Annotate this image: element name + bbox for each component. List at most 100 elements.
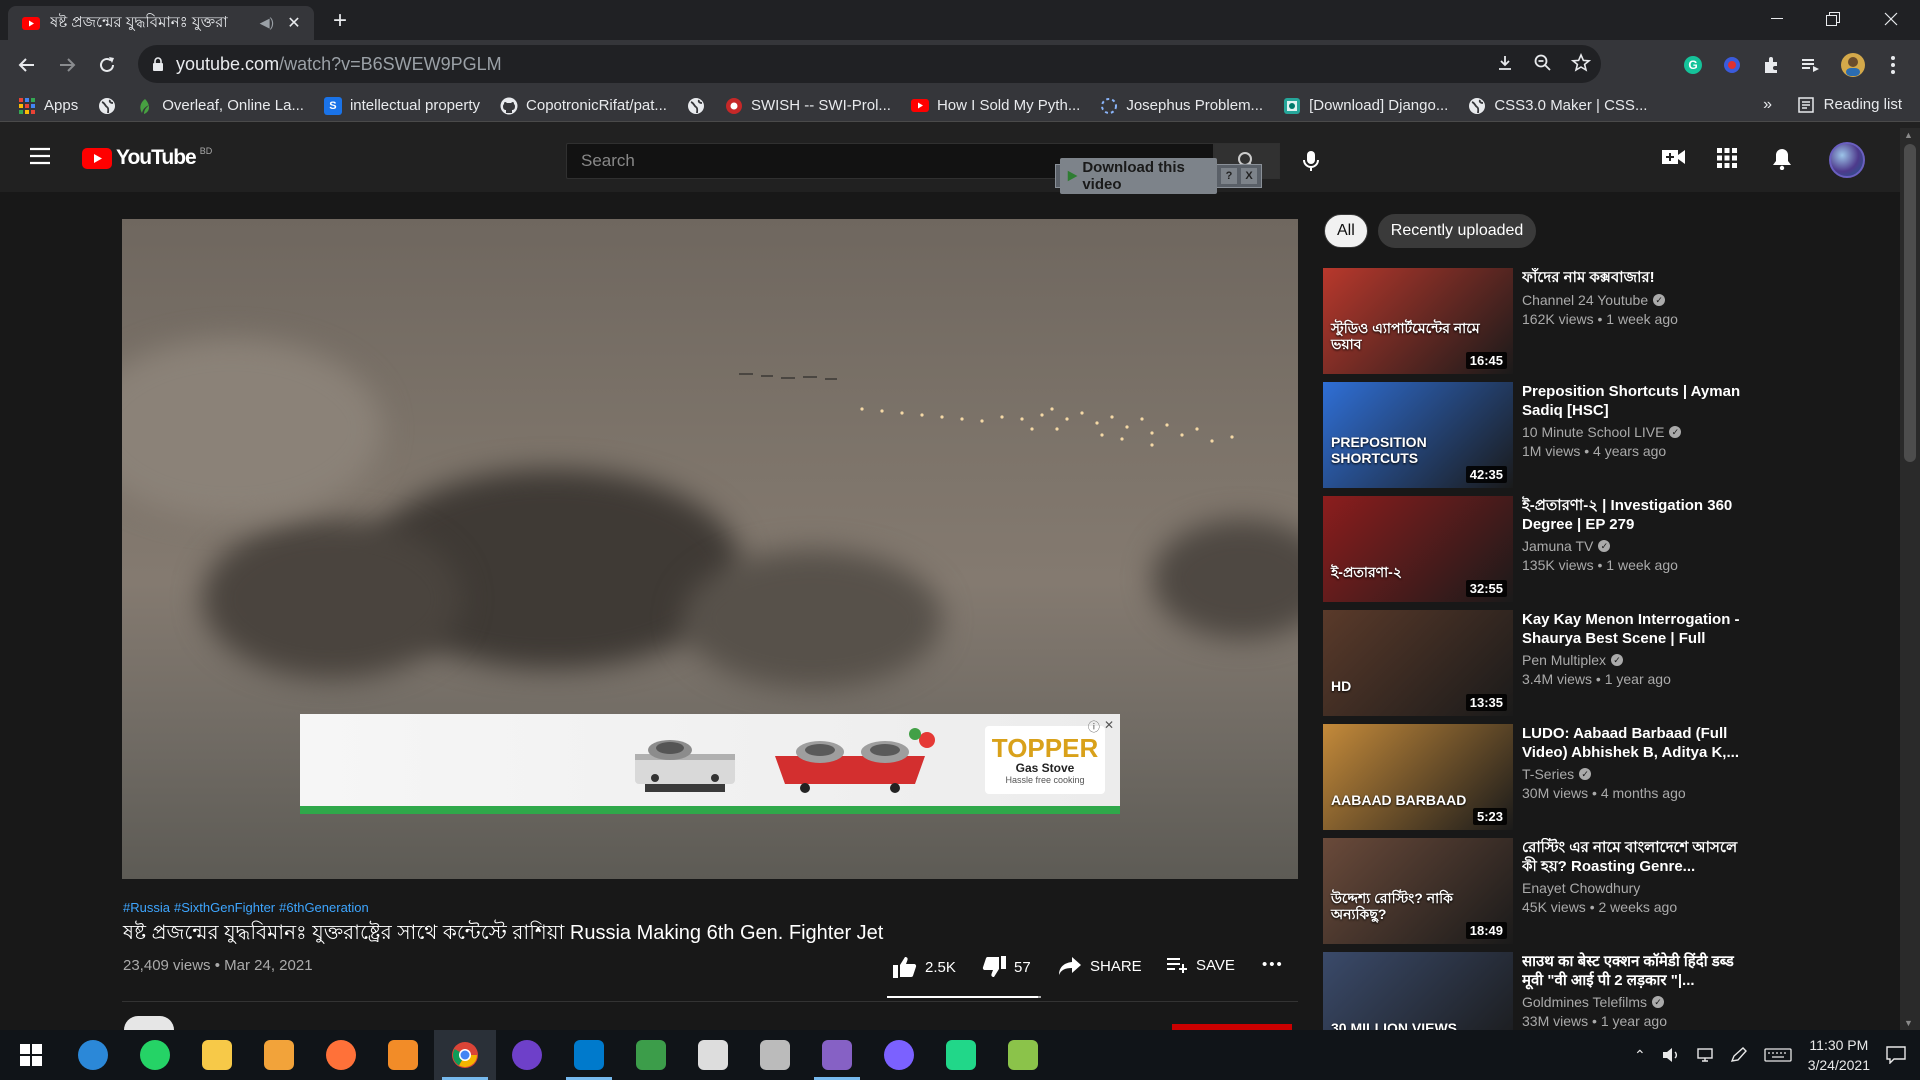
close-window-button[interactable]: [1868, 4, 1914, 34]
channel-avatar[interactable]: [124, 1016, 174, 1030]
recommendation-channel[interactable]: Goldmines Telefilms ✓: [1522, 994, 1665, 1010]
download-page-icon[interactable]: [1495, 53, 1515, 73]
reload-button[interactable]: [92, 50, 122, 80]
notifications-button[interactable]: [1772, 148, 1792, 170]
recommendation-channel[interactable]: 10 Minute School LIVE ✓: [1522, 424, 1682, 440]
browser-menu-icon[interactable]: [1880, 52, 1906, 78]
bookmark-intellectual-property[interactable]: S intellectual property: [323, 96, 480, 115]
recommendation-channel[interactable]: Channel 24 Youtube ✓: [1522, 292, 1666, 308]
taskbar-app[interactable]: [558, 1030, 620, 1080]
bookmark-star-icon[interactable]: [1571, 53, 1591, 73]
grammarly-extension-icon[interactable]: G: [1680, 52, 1706, 78]
download-close-button[interactable]: X: [1241, 168, 1257, 184]
pen-icon[interactable]: [1730, 1047, 1748, 1063]
taskbar-app[interactable]: [62, 1030, 124, 1080]
minimize-button[interactable]: [1754, 4, 1800, 34]
voice-search-button[interactable]: [1303, 150, 1319, 172]
keyboard-icon[interactable]: [1764, 1047, 1792, 1063]
page-scrollbar[interactable]: ▲ ▼: [1900, 128, 1920, 1030]
recommendation-card[interactable]: PREPOSITION SHORTCUTS 42:35 Preposition Sh…: [1323, 382, 1863, 488]
recommendation-card[interactable]: AABAAD BARBAAD 5:23 LUDO: Aabaad Barbaad (…: [1323, 724, 1863, 830]
recommendation-card[interactable]: স্টুডিও এ্যাপার্টমেন্টের নামে ভয়াব 16:45…: [1323, 268, 1863, 374]
taskbar-app[interactable]: [434, 1030, 496, 1080]
bookmark-css3-maker[interactable]: CSS3.0 Maker | CSS...: [1468, 97, 1647, 115]
taskbar-app[interactable]: [744, 1030, 806, 1080]
bookmark-youtube[interactable]: How I Sold My Pyth...: [910, 97, 1080, 114]
chip-all[interactable]: All: [1324, 214, 1368, 248]
extensions-puzzle-icon[interactable]: [1758, 52, 1784, 78]
recommendation-title[interactable]: LUDO: Aabaad Barbaad (Full Video) Abhish…: [1522, 724, 1752, 762]
bookmarks-overflow-button[interactable]: »: [1763, 96, 1772, 114]
restore-button[interactable]: [1810, 4, 1856, 34]
speaker-muted-icon[interactable]: ◀): [260, 15, 274, 31]
recommendation-title[interactable]: ফাঁদের নাম কক্সবাজার!: [1522, 268, 1752, 287]
reading-list-button[interactable]: Reading list: [1797, 96, 1902, 113]
apps-button[interactable]: [1717, 148, 1737, 168]
recommendation-thumbnail[interactable]: HD 13:35: [1323, 610, 1513, 716]
youtube-logo[interactable]: YouTube BD: [82, 146, 212, 170]
taskbar-clock[interactable]: 11:30 PM 3/24/2021: [1808, 1035, 1870, 1075]
ad-close-icon[interactable]: ✕: [1104, 718, 1114, 735]
bookmark-github[interactable]: CopotronicRifat/pat...: [500, 97, 667, 115]
network-icon[interactable]: [1696, 1047, 1714, 1063]
account-avatar[interactable]: [1829, 142, 1865, 178]
recommendation-card[interactable]: HD 13:35 Kay Kay Menon Interrogation - Sha…: [1323, 610, 1863, 716]
taskbar-app[interactable]: [372, 1030, 434, 1080]
back-button[interactable]: [12, 50, 42, 80]
volume-icon[interactable]: [1662, 1047, 1680, 1063]
bookmark-swish[interactable]: SWISH -- SWI-Prol...: [725, 97, 891, 115]
recommendation-title[interactable]: রোস্টিং এর নামে বাংলাদেশে আসলে কী হয়? R…: [1522, 838, 1752, 876]
guide-menu-button[interactable]: [28, 146, 52, 166]
recommendation-thumbnail[interactable]: স্টুডিও এ্যাপার্টমেন্টের নামে ভয়াব 16:45: [1323, 268, 1513, 374]
scrollbar-thumb[interactable]: [1904, 144, 1916, 462]
like-button[interactable]: 2.5K: [893, 956, 956, 978]
tab-close-icon[interactable]: ✕: [284, 13, 304, 33]
forward-button[interactable]: [52, 50, 82, 80]
taskbar-app[interactable]: [310, 1030, 372, 1080]
recommendation-channel[interactable]: Enayet Chowdhury: [1522, 880, 1640, 896]
action-center-icon[interactable]: [1886, 1046, 1906, 1064]
zoom-icon[interactable]: [1533, 53, 1553, 73]
scroll-up-arrow-icon[interactable]: ▲: [1904, 130, 1913, 140]
create-video-button[interactable]: [1662, 148, 1686, 166]
download-help-button[interactable]: ?: [1221, 168, 1237, 184]
more-actions-button[interactable]: •••: [1262, 956, 1284, 973]
recommendation-thumbnail[interactable]: ই-প্রতারণা-২ 32:55: [1323, 496, 1513, 602]
bookmark-globe-2[interactable]: [687, 97, 705, 115]
recommendation-channel[interactable]: Pen Multiplex ✓: [1522, 652, 1624, 668]
download-this-video-button[interactable]: Download this video: [1060, 158, 1217, 194]
ad-info-icon[interactable]: ⓘ: [1088, 718, 1100, 735]
tray-overflow-icon[interactable]: ⌃: [1634, 1047, 1646, 1064]
new-tab-button[interactable]: +: [326, 8, 354, 36]
hashtag-link[interactable]: #Russia: [123, 900, 170, 915]
bookmark-django[interactable]: [Download] Django...: [1283, 97, 1448, 115]
recommendation-thumbnail[interactable]: উদ্দেশ্য রোস্টিং? নাকি অন্যকিছু? 18:49: [1323, 838, 1513, 944]
scroll-down-arrow-icon[interactable]: ▼: [1904, 1018, 1913, 1028]
taskbar-app[interactable]: [186, 1030, 248, 1080]
recommendation-channel[interactable]: Jamuna TV ✓: [1522, 538, 1611, 554]
extension-badge-icon[interactable]: [1719, 52, 1745, 78]
taskbar-app[interactable]: [496, 1030, 558, 1080]
save-button[interactable]: SAVE: [1166, 956, 1235, 974]
taskbar-app[interactable]: [248, 1030, 310, 1080]
taskbar-app[interactable]: [930, 1030, 992, 1080]
recommendation-title[interactable]: Preposition Shortcuts | Ayman Sadiq [HSC…: [1522, 382, 1752, 420]
recommendation-title[interactable]: साउथ का बेस्ट एक्शन कॉमेडी हिंदी डब्ड मू…: [1522, 952, 1752, 990]
taskbar-app[interactable]: [806, 1030, 868, 1080]
recommendation-thumbnail[interactable]: PREPOSITION SHORTCUTS 42:35: [1323, 382, 1513, 488]
address-bar[interactable]: youtube.com/watch?v=B6SWEW9PGLM: [138, 45, 1601, 83]
hashtag-link[interactable]: #SixthGenFighter: [174, 900, 275, 915]
recommendation-card[interactable]: ই-প্রতারণা-২ 32:55 ই-প্রতারণা-২ | Investig…: [1323, 496, 1863, 602]
bookmark-overleaf[interactable]: Overleaf, Online La...: [136, 97, 304, 115]
taskbar-app[interactable]: [868, 1030, 930, 1080]
hashtag-link[interactable]: #6thGeneration: [279, 900, 369, 915]
profile-avatar-icon[interactable]: [1840, 52, 1866, 78]
recommendation-channel[interactable]: T-Series ✓: [1522, 766, 1592, 782]
bookmark-josephus[interactable]: Josephus Problem...: [1100, 97, 1263, 115]
taskbar-app[interactable]: [682, 1030, 744, 1080]
bookmark-globe-1[interactable]: [98, 97, 116, 115]
recommendation-title[interactable]: ই-প্রতারণা-২ | Investigation 360 Degree …: [1522, 496, 1752, 534]
chip-recently-uploaded[interactable]: Recently uploaded: [1377, 214, 1537, 248]
recommendation-thumbnail[interactable]: AABAAD BARBAAD 5:23: [1323, 724, 1513, 830]
taskbar-app[interactable]: [620, 1030, 682, 1080]
